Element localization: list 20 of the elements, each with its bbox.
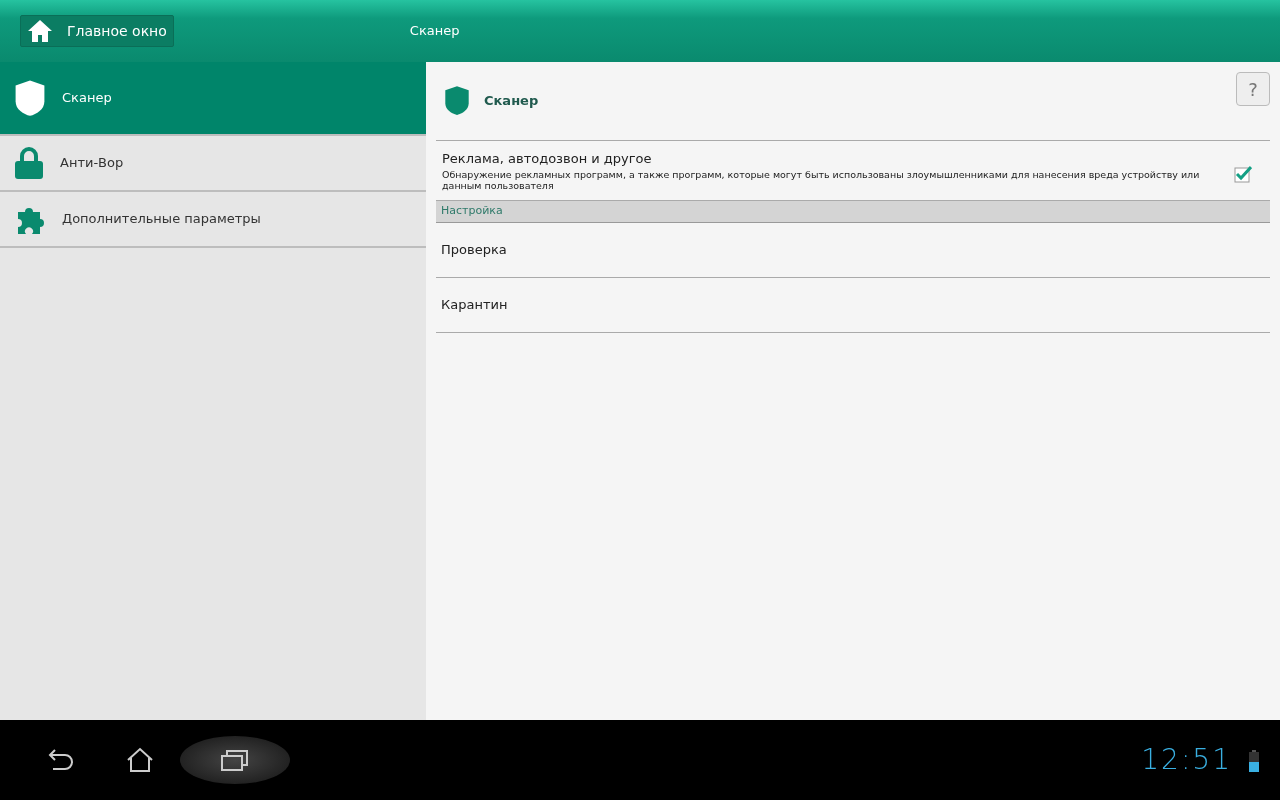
shield-icon (14, 78, 46, 118)
home-icon (27, 19, 53, 43)
shield-icon (444, 85, 470, 117)
battery-icon (1248, 748, 1260, 772)
section-title: Сканер (484, 92, 539, 111)
screen-title: Сканер (409, 22, 460, 41)
clock: 12:51 (1141, 742, 1232, 778)
stacked-windows-icon (220, 747, 250, 773)
sidebar-item[interactable]: Дополнительные параметры (0, 192, 426, 248)
section-header: Настройка (436, 201, 1270, 223)
sidebar-item[interactable]: Анти-Вор (0, 136, 426, 192)
lock-icon (14, 147, 44, 179)
help-button[interactable]: ? (1236, 72, 1270, 106)
house-icon (125, 747, 155, 773)
option-description: Обнаружение рекламных программ, а также программ, которые могут быть использованы злоумышленниками для нанесения вреда устройству или данным пользователя (442, 168, 1201, 193)
sidebar-item[interactable]: Сканер (0, 62, 426, 136)
home-button[interactable]: Главное окно (20, 15, 174, 47)
list-item[interactable]: Карантин (436, 277, 1270, 333)
list-item[interactable]: Проверка (436, 222, 1270, 278)
option-title: Реклама, автодозвон и другое (442, 150, 653, 168)
